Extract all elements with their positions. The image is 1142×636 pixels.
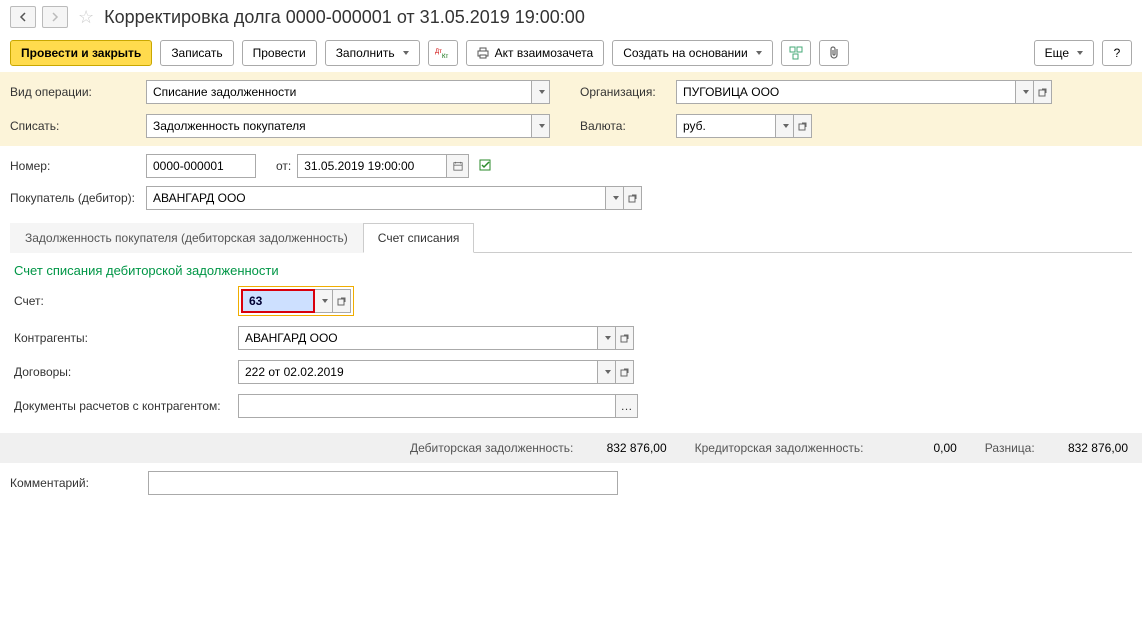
chevron-down-icon (539, 90, 545, 94)
deb-value: 832 876,00 (577, 441, 667, 455)
cred-label: Кредиторская задолженность: (695, 441, 864, 455)
page-title: Корректировка долга 0000-000001 от 31.05… (104, 7, 585, 28)
structure-icon (789, 46, 803, 60)
chevron-down-icon (1023, 90, 1029, 94)
operation-kind-label: Вид операции: (10, 85, 140, 99)
operation-kind-dropdown[interactable] (532, 80, 550, 104)
chevron-down-icon (539, 124, 545, 128)
account-highlight (238, 286, 354, 316)
totals-bar: Дебиторская задолженность: 832 876,00 Кр… (0, 433, 1142, 463)
number-input[interactable] (146, 154, 256, 178)
chevron-down-icon (605, 336, 611, 340)
chevron-down-icon (322, 299, 328, 303)
chevron-down-icon (403, 51, 409, 55)
fill-label: Заполнить (336, 46, 395, 60)
create-based-label: Создать на основании (623, 46, 748, 60)
external-icon (1038, 87, 1048, 97)
posted-status-icon (479, 158, 495, 175)
external-icon (628, 193, 638, 203)
calendar-button[interactable] (447, 154, 469, 178)
svg-text:Дт: Дт (435, 49, 442, 55)
contracts-input[interactable] (238, 360, 598, 384)
tabs: Задолженность покупателя (дебиторская за… (10, 222, 1132, 253)
dtkt-button[interactable]: ДтКт (428, 40, 458, 66)
org-dropdown[interactable] (1016, 80, 1034, 104)
buyer-open[interactable] (624, 186, 642, 210)
counterparty-input[interactable] (238, 326, 598, 350)
dtkt-icon: ДтКт (435, 47, 451, 59)
external-icon (620, 333, 630, 343)
from-label: от: (276, 159, 291, 173)
attach-button[interactable] (819, 40, 849, 66)
currency-open[interactable] (794, 114, 812, 138)
post-and-close-button[interactable]: Провести и закрыть (10, 40, 152, 66)
tab-writeoff-account[interactable]: Счет списания (363, 223, 475, 253)
external-icon (620, 367, 630, 377)
offset-act-button[interactable]: Акт взаимозачета (466, 40, 605, 66)
chevron-down-icon (605, 370, 611, 374)
svg-text:Кт: Кт (442, 54, 448, 59)
help-button[interactable]: ? (1102, 40, 1132, 66)
counterparty-label: Контрагенты: (14, 331, 232, 345)
tab-debt[interactable]: Задолженность покупателя (дебиторская за… (10, 223, 363, 253)
buyer-label: Покупатель (дебитор): (10, 191, 140, 205)
writeoff-type-input[interactable] (146, 114, 532, 138)
comment-label: Комментарий: (10, 476, 140, 490)
fill-button[interactable]: Заполнить (325, 40, 420, 66)
writeoff-type-label: Списать: (10, 119, 140, 133)
print-icon (477, 47, 489, 59)
chevron-down-icon (756, 51, 762, 55)
create-based-button[interactable]: Создать на основании (612, 40, 773, 66)
star-icon[interactable]: ☆ (78, 7, 94, 28)
settlement-docs-input[interactable] (238, 394, 616, 418)
write-button[interactable]: Записать (160, 40, 233, 66)
chevron-down-icon (1077, 51, 1083, 55)
comment-input[interactable] (148, 471, 618, 495)
counterparty-open[interactable] (616, 326, 634, 350)
contracts-label: Договоры: (14, 365, 232, 379)
arrow-right-icon (50, 12, 60, 22)
forward-button[interactable] (42, 6, 68, 28)
account-dropdown[interactable] (315, 289, 333, 313)
contracts-dropdown[interactable] (598, 360, 616, 384)
writeoff-type-dropdown[interactable] (532, 114, 550, 138)
buyer-input[interactable] (146, 186, 606, 210)
currency-input[interactable] (676, 114, 776, 138)
date-input[interactable] (297, 154, 447, 178)
deb-label: Дебиторская задолженность: (410, 441, 573, 455)
account-input[interactable] (241, 289, 315, 313)
offset-act-label: Акт взаимозачета (495, 46, 594, 60)
diff-label: Разница: (985, 441, 1035, 455)
calendar-icon (453, 161, 463, 171)
settlement-docs-select[interactable]: … (616, 394, 638, 418)
org-open[interactable] (1034, 80, 1052, 104)
external-icon (798, 121, 808, 131)
chevron-down-icon (783, 124, 789, 128)
operation-kind-input[interactable] (146, 80, 532, 104)
more-button[interactable]: Еще (1034, 40, 1094, 66)
settlement-docs-label: Документы расчетов с контрагентом: (14, 399, 232, 413)
writeoff-section-title: Счет списания дебиторской задолженности (14, 263, 1128, 278)
number-label: Номер: (10, 159, 140, 173)
contracts-open[interactable] (616, 360, 634, 384)
account-open[interactable] (333, 289, 351, 313)
post-button[interactable]: Провести (242, 40, 317, 66)
currency-dropdown[interactable] (776, 114, 794, 138)
back-button[interactable] (10, 6, 36, 28)
account-label: Счет: (14, 294, 232, 308)
structure-button[interactable] (781, 40, 811, 66)
arrow-left-icon (18, 12, 28, 22)
counterparty-dropdown[interactable] (598, 326, 616, 350)
org-label: Организация: (580, 85, 670, 99)
external-icon (337, 296, 347, 306)
diff-value: 832 876,00 (1038, 441, 1128, 455)
paperclip-icon (828, 46, 840, 60)
chevron-down-icon (613, 196, 619, 200)
buyer-dropdown[interactable] (606, 186, 624, 210)
currency-label: Валюта: (580, 119, 670, 133)
org-input[interactable] (676, 80, 1016, 104)
more-label: Еще (1045, 46, 1069, 60)
cred-value: 0,00 (867, 441, 957, 455)
